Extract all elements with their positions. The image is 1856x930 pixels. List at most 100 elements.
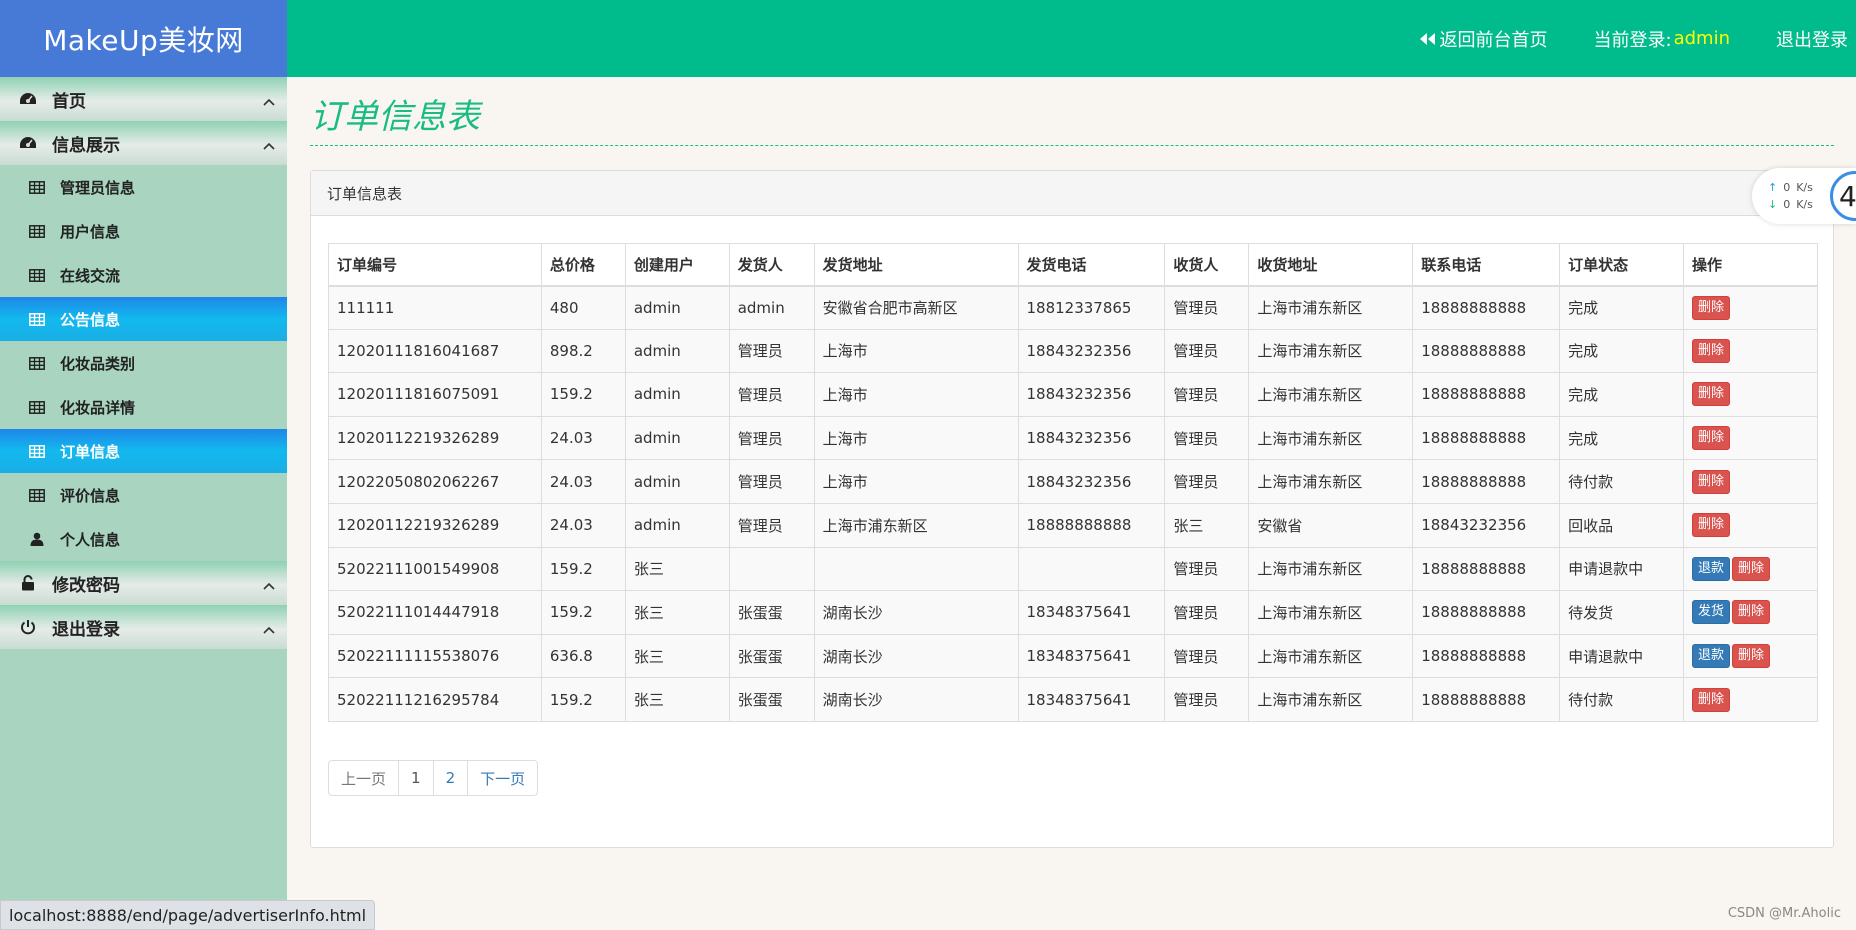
sidebar-item-label: 在线交流 [60, 266, 121, 285]
cell-phone: 18888888888 [1412, 372, 1561, 417]
top-header: MakeUp美妆网 返回前台首页 当前登录: admin 退出登录 [0, 0, 1856, 77]
user-icon [28, 532, 46, 546]
cell-creator: admin [624, 502, 730, 548]
delete-button[interactable]: 删除 [1732, 556, 1771, 581]
column-header: 总价格 [540, 243, 626, 287]
sidebar-item-order-info[interactable]: 订单信息 [0, 429, 287, 473]
upload-value: 0 [1783, 181, 1791, 194]
sidebar-group-logout[interactable]: 退出登录 [0, 605, 287, 649]
delete-button[interactable]: 删除 [1692, 338, 1731, 363]
download-unit: K/s [1796, 198, 1813, 211]
table-icon [28, 400, 46, 414]
sidebar-item-label: 化妆品类别 [60, 354, 136, 373]
user-name: admin [1673, 28, 1730, 49]
sidebar-item-admin-info[interactable]: 管理员信息 [0, 165, 287, 209]
column-header: 订单编号 [328, 243, 542, 287]
table-row: 12020112219326289 24.03 admin 管理员 上海市浦东新区 188… [328, 502, 1818, 548]
delete-button[interactable]: 删除 [1692, 295, 1731, 320]
cell-id: 52022111001549908 [328, 546, 542, 592]
cell-id: 52022111115538076 [328, 633, 542, 679]
sidebar-item-label: 公告信息 [60, 310, 121, 329]
table-icon [28, 356, 46, 370]
delete-button[interactable]: 删除 [1732, 600, 1771, 625]
cell-recv-addr: 上海市浦东新区 [1248, 285, 1414, 330]
refund-button[interactable]: 退款 [1692, 644, 1731, 669]
table-row: 12020112219326289 24.03 admin 管理员 上海市 1884323… [328, 415, 1818, 461]
delete-button[interactable]: 删除 [1692, 426, 1731, 451]
cell-status: 完成 [1559, 415, 1685, 461]
table-icon [28, 488, 46, 502]
table-row: 12020111816041687 898.2 admin 管理员 上海市 1884323… [328, 328, 1818, 374]
column-header: 操作 [1683, 243, 1818, 287]
sidebar-item-profile[interactable]: 个人信息 [0, 517, 287, 561]
power-icon [18, 619, 38, 635]
sidebar-group-home[interactable]: 首页 [0, 77, 287, 121]
browser-status-bar: localhost:8888/end/page/advertiserInfo.h… [0, 900, 376, 930]
sidebar-item-label: 管理员信息 [60, 178, 136, 197]
network-speed-widget[interactable]: ↑ 0 K/s ↓ 0 K/s 40 [1752, 168, 1856, 224]
cell-sender: 管理员 [728, 459, 815, 504]
cell-status: 待付款 [1559, 677, 1685, 722]
prev-page-button[interactable]: 上一页 [328, 760, 400, 796]
cell-send-phone: 18843232356 [1017, 415, 1166, 461]
column-header: 发货人 [728, 243, 815, 287]
sidebar-item-online-chat[interactable]: 在线交流 [0, 253, 287, 297]
delete-button[interactable]: 删除 [1692, 687, 1731, 712]
cell-creator: admin [624, 328, 730, 374]
delete-button[interactable]: 删除 [1692, 469, 1731, 494]
table-row: 111111 480 admin admin 安徽省合肥市高新区 18812337865 管… [328, 285, 1818, 330]
column-header: 发货电话 [1017, 243, 1166, 287]
cell-send-addr: 上海市 [813, 372, 1019, 417]
cell-sender: 管理员 [728, 372, 815, 417]
sidebar-group-label: 退出登录 [52, 619, 120, 640]
cell-receiver: 管理员 [1164, 285, 1250, 330]
cell-phone: 18888888888 [1412, 285, 1561, 330]
sidebar-group-info[interactable]: 信息展示 [0, 121, 287, 165]
header-actions: 返回前台首页 当前登录: admin 退出登录 [1372, 0, 1848, 77]
page-2-button[interactable]: 2 [432, 760, 469, 796]
cell-actions: 删除 [1683, 677, 1818, 722]
sidebar-group-label: 信息展示 [52, 135, 120, 156]
sidebar-item-cosmetic-detail[interactable]: 化妆品详情 [0, 385, 287, 429]
page-title: 订单信息表 [310, 77, 1834, 146]
sidebar-item-notice-info[interactable]: 公告信息 [0, 297, 287, 341]
cell-price: 159.2 [540, 677, 626, 722]
cell-send-addr: 上海市浦东新区 [813, 502, 1019, 548]
login-label: 当前登录: [1593, 29, 1672, 51]
sidebar-group-label: 修改密码 [52, 575, 120, 596]
delete-button[interactable]: 删除 [1692, 513, 1731, 538]
sidebar-item-review-info[interactable]: 评价信息 [0, 473, 287, 517]
logout-link[interactable]: 退出登录 [1776, 26, 1848, 52]
order-panel: 订单信息表 订单编号 总价格 创建用户 发货人 发货地址 发货电话 收货人 收货… [310, 170, 1834, 848]
page-1-button[interactable]: 1 [398, 760, 434, 796]
column-header: 联系电话 [1412, 243, 1561, 287]
cell-send-phone: 18843232356 [1017, 372, 1166, 417]
cell-price: 159.2 [540, 546, 626, 592]
ship-button[interactable]: 发货 [1692, 600, 1731, 625]
sidebar-item-label: 用户信息 [60, 222, 121, 241]
sidebar-item-cosmetic-category[interactable]: 化妆品类别 [0, 341, 287, 385]
sidebar-item-user-info[interactable]: 用户信息 [0, 209, 287, 253]
brand-logo[interactable]: MakeUp美妆网 [0, 0, 287, 77]
cell-sender: 张蛋蛋 [728, 677, 815, 722]
cell-actions: 删除 [1683, 502, 1818, 548]
cell-id: 12020111816075091 [328, 372, 542, 417]
table-row: 12020111816075091 159.2 admin 管理员 上海市 1884323… [328, 372, 1818, 417]
next-page-button[interactable]: 下一页 [467, 760, 539, 796]
delete-button[interactable]: 删除 [1692, 382, 1731, 407]
download-value: 0 [1783, 198, 1791, 211]
sidebar-group-change-password[interactable]: 修改密码 [0, 561, 287, 605]
cell-creator: 张三 [624, 546, 730, 592]
cell-recv-addr: 上海市浦东新区 [1248, 633, 1414, 679]
cell-id: 111111 [328, 285, 542, 330]
cell-receiver: 管理员 [1164, 415, 1250, 461]
back-to-front-link[interactable]: 返回前台首页 [1418, 26, 1548, 52]
cell-actions: 删除 [1683, 285, 1818, 330]
cell-id: 12020111816041687 [328, 328, 542, 374]
delete-button[interactable]: 删除 [1732, 644, 1771, 669]
arrow-up-icon: ↑ [1768, 181, 1778, 194]
table-row: 52022111014447918 159.2 张三 张蛋蛋 湖南长沙 183483756… [328, 590, 1818, 635]
table-icon [28, 444, 46, 458]
refund-button[interactable]: 退款 [1692, 556, 1731, 581]
dashboard-icon [18, 136, 38, 150]
